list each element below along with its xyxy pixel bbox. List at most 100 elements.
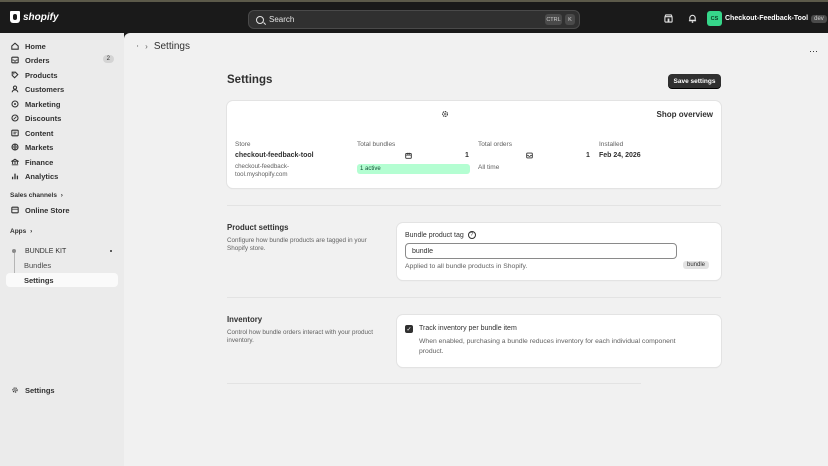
shortcut-k-key: K (565, 14, 575, 25)
orders-icon (526, 152, 533, 159)
sidebar-item-products[interactable]: Products (6, 68, 118, 82)
sidebar-item-label: Home (25, 41, 46, 51)
page-title: Settings (227, 74, 273, 86)
breadcrumb-title: Settings (153, 41, 190, 52)
inventory-title: Inventory (227, 315, 263, 324)
more-actions-icon[interactable]: ⋯ (809, 46, 818, 57)
help-circle-icon[interactable]: ? (467, 231, 476, 239)
active-bundles-badge: 1 active (357, 164, 470, 174)
sidebar-item-label: Settings (25, 385, 55, 395)
sidebar-item-label: Analytics (25, 171, 59, 181)
sidebar-item-finance[interactable]: Finance (6, 155, 118, 169)
installed-date: Feb 24, 2026 (599, 152, 641, 159)
shop-overview-card: Shop overview Store checkout-feedback-to… (227, 101, 721, 188)
app-name: BUNDLE KIT (25, 247, 67, 255)
sidebar-item-analytics[interactable]: Analytics (6, 169, 118, 183)
section-divider (227, 383, 641, 384)
main-content: ⠂ › Settings ⋯ Settings Save settings Sh… (124, 33, 828, 466)
search-bar[interactable]: Search CTRL K (248, 10, 580, 29)
sidebar-item-settings[interactable]: Settings (6, 383, 118, 397)
track-inventory-label: Track inventory per bundle item (419, 325, 517, 332)
bundle-icon (405, 152, 412, 159)
sales-channels-label: Sales channels (10, 192, 57, 199)
sidebar-item-bundle-kit[interactable]: BUNDLE KIT (6, 244, 118, 258)
sidebar-item-label: Markets (25, 142, 54, 152)
finance-icon (11, 158, 19, 166)
sidebar-item-label: Content (25, 128, 54, 138)
bell-icon[interactable] (688, 14, 697, 23)
sidebar-item-label: Orders (25, 55, 50, 65)
sidebar-subitem-bundles[interactable]: Bundles (24, 261, 51, 270)
sidebar-item-markets[interactable]: Markets (6, 140, 118, 154)
shortcut-ctrl-key: CTRL (545, 14, 562, 25)
online-store-icon (11, 206, 19, 214)
analytics-icon (11, 173, 19, 180)
inventory-desc-line2: inventory. (227, 337, 254, 344)
product-settings-title: Product settings (227, 223, 289, 232)
sidebar-item-customers[interactable]: Customers (6, 82, 118, 96)
checkmark-icon: ✓ (406, 326, 412, 333)
total-orders-label: Total orders (478, 141, 512, 148)
bundle-tag-help: Applied to all bundle products in Shopif… (405, 263, 528, 270)
app-dot-icon (110, 250, 112, 252)
sidebar-item-home[interactable]: Home (6, 39, 118, 53)
product-settings-desc-line2: Shopify store. (227, 245, 266, 252)
selected-highlight (6, 273, 118, 287)
marketing-icon (11, 100, 19, 108)
sidebar-item-label: Customers (25, 84, 65, 94)
bundle-tag-label: Bundle product tag (405, 231, 464, 239)
sidebar-item-marketing[interactable]: Marketing (6, 97, 118, 111)
section-divider (227, 205, 721, 206)
total-bundles-value: 1 (465, 152, 469, 159)
apps-heading[interactable]: Apps › (10, 228, 32, 235)
search-icon (256, 15, 264, 24)
sidebar-item-discounts[interactable]: Discounts (6, 111, 118, 125)
sidebar-item-orders[interactable]: Orders 2 (6, 53, 118, 67)
overview-title: Shop overview (656, 110, 713, 119)
sidebar-subitem-settings[interactable]: Settings (24, 276, 54, 285)
store-switcher[interactable]: CS Checkout-Feedback-Tool dev (707, 11, 827, 26)
section-divider (227, 297, 721, 298)
products-icon (11, 71, 19, 79)
sidebar-item-label: Finance (25, 157, 54, 167)
app-menu-icon[interactable]: ⠂ (136, 43, 141, 51)
logo-text: shopify (23, 11, 59, 23)
track-inventory-help-line1: When enabled, purchasing a bundle reduce… (419, 338, 676, 345)
orders-count-badge: 2 (102, 55, 114, 63)
save-settings-button[interactable]: Save settings (668, 74, 721, 88)
sidebar: Home Orders 2 Products Customers Marketi… (0, 33, 124, 466)
gear-icon (12, 387, 18, 393)
content-icon (11, 129, 19, 137)
bundle-tag-input[interactable] (405, 243, 677, 259)
chevron-right-icon: › (145, 42, 148, 51)
sidebar-item-label: Products (25, 70, 58, 80)
chevron-right-icon: › (60, 192, 63, 199)
sidebar-item-online-store[interactable]: Online Store (6, 203, 118, 217)
sidebar-item-content[interactable]: Content (6, 126, 118, 140)
store-icon[interactable] (664, 14, 673, 23)
total-orders-value: 1 (586, 152, 590, 159)
total-bundles-label: Total bundles (357, 141, 396, 148)
shopify-bag-icon (10, 11, 20, 23)
bundle-tag-label-row: Bundle product tag ? (405, 231, 476, 239)
track-inventory-help-line2: product. (419, 348, 444, 355)
gear-icon (442, 111, 448, 117)
store-name: checkout-feedback-tool (235, 152, 314, 159)
orders-icon (11, 56, 19, 64)
top-bar: shopify Search CTRL K CS Checkout-Feedba… (0, 0, 828, 33)
sidebar-item-label: Online Store (25, 205, 70, 215)
home-icon (11, 42, 19, 50)
track-inventory-checkbox[interactable]: ✓ (405, 325, 413, 333)
search-placeholder: Search (269, 15, 295, 24)
tag-chip: bundle (683, 261, 710, 269)
shopify-logo[interactable]: shopify (10, 11, 59, 23)
store-domain-line2: tool.myshopify.com (235, 171, 288, 178)
sales-channels-heading[interactable]: Sales channels › (10, 192, 63, 199)
orders-period: All time (478, 164, 500, 171)
chevron-right-icon: › (30, 228, 33, 235)
env-badge: dev (811, 14, 827, 23)
breadcrumb: ⠂ › Settings (136, 41, 190, 52)
discounts-icon (11, 114, 19, 122)
installed-label: Installed (599, 141, 624, 148)
markets-icon (11, 143, 19, 151)
